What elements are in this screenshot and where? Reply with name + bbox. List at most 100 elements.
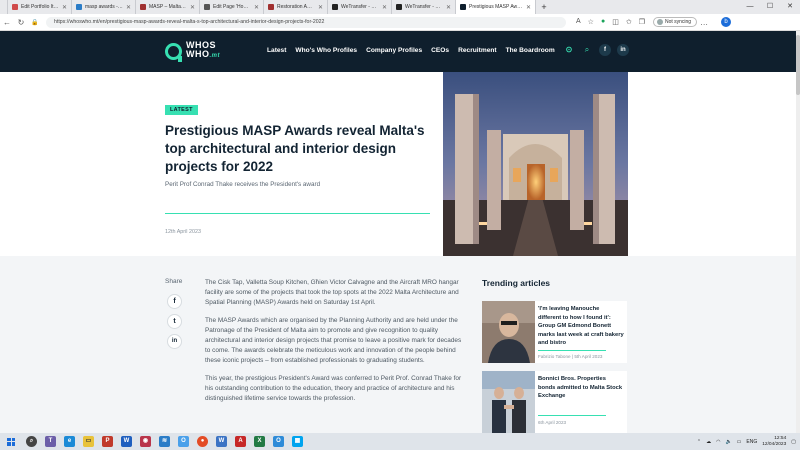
- share-facebook-button[interactable]: f: [167, 294, 182, 309]
- tab-close-icon[interactable]: ✕: [187, 4, 195, 11]
- file-explorer-icon[interactable]: ▭: [83, 436, 94, 447]
- latest-badge[interactable]: LATEST: [165, 105, 198, 115]
- back-icon[interactable]: ←: [0, 18, 14, 27]
- network-app-icon[interactable]: ≋: [159, 436, 170, 447]
- notifications-icon[interactable]: ▢: [791, 439, 796, 445]
- excel-icon[interactable]: X: [254, 436, 265, 447]
- facebook-icon[interactable]: f: [599, 44, 611, 56]
- more-menu-icon[interactable]: …: [697, 18, 711, 27]
- tab-close-icon[interactable]: ✕: [443, 4, 451, 11]
- article-paragraph: The MASP Awards which are organised by t…: [205, 316, 462, 365]
- tab-favicon-icon: [76, 4, 82, 10]
- tab-favicon-icon: [460, 4, 466, 10]
- browser-tab[interactable]: WeTransfer - Send Large F✕: [392, 0, 456, 14]
- tab-close-icon[interactable]: ✕: [315, 4, 323, 11]
- favorites-icon[interactable]: ✩: [626, 18, 632, 26]
- tab-title: MASP – Malta Architecture: [149, 4, 187, 10]
- sync-button[interactable]: Not syncing: [652, 17, 698, 27]
- nav-link[interactable]: Latest: [267, 47, 286, 54]
- clock[interactable]: 12:54 12/04/2023: [762, 436, 786, 448]
- windows-taskbar: ⌕ T e ▭ P W ◉ ≋ O ● W A X O ▦ ⌃ ☁ ◠ 🔈 ▭ …: [0, 433, 800, 450]
- wifi-icon[interactable]: ◠: [716, 439, 720, 445]
- article-paragraph: This year, the prestigious President's A…: [205, 374, 462, 403]
- tab-close-icon[interactable]: ✕: [523, 4, 531, 11]
- browser-tab[interactable]: masp awards - Search✕: [72, 0, 136, 14]
- onedrive-icon[interactable]: ☁: [706, 439, 711, 445]
- tab-title: Prestigious MASP Awards: [469, 4, 523, 10]
- collections-icon[interactable]: ❐: [639, 18, 645, 26]
- outlook-icon[interactable]: O: [178, 436, 189, 447]
- nav-link[interactable]: The Boardroom: [506, 47, 555, 54]
- teams-icon[interactable]: T: [45, 436, 56, 447]
- logo-text-bottom: WHO: [186, 49, 210, 59]
- refresh-icon[interactable]: ↻: [14, 18, 28, 27]
- share-linkedin-button[interactable]: in: [167, 334, 182, 349]
- chrome-icon[interactable]: ●: [197, 436, 208, 447]
- twitter-share-icon: t: [173, 318, 176, 325]
- tab-close-icon[interactable]: ✕: [379, 4, 387, 11]
- tab-title: WeTransfer - Send Large F: [405, 4, 443, 10]
- browser-tab[interactable]: Edit Portfolio Item 'Public'✕: [8, 0, 72, 14]
- trending-meta: 6th April 2023: [538, 420, 567, 425]
- trending-thumbnail[interactable]: [482, 301, 535, 363]
- tab-favicon-icon: [204, 4, 210, 10]
- trending-meta: Fabrizio Tabone | 5th April 2023: [538, 354, 603, 359]
- close-icon[interactable]: ✕: [780, 0, 800, 14]
- outlook-2-icon[interactable]: O: [273, 436, 284, 447]
- store-icon[interactable]: ▦: [292, 436, 303, 447]
- tab-actions-icon[interactable]: [0, 0, 8, 14]
- photos-icon[interactable]: ◉: [140, 436, 151, 447]
- profile-icon[interactable]: ⊙: [563, 44, 575, 56]
- tab-close-icon[interactable]: ✕: [123, 4, 131, 11]
- nav-link[interactable]: Company Profiles: [366, 47, 422, 54]
- share-twitter-button[interactable]: t: [167, 314, 182, 329]
- nav-link[interactable]: CEOs: [431, 47, 449, 54]
- tab-close-icon[interactable]: ✕: [59, 4, 67, 11]
- tab-title: Restoration Award – MASP: [277, 4, 315, 10]
- acrobat-icon[interactable]: A: [235, 436, 246, 447]
- chevron-up-icon[interactable]: ⌃: [697, 439, 701, 445]
- split-screen-icon[interactable]: ◫: [612, 18, 619, 26]
- trending-card[interactable]: 'I'm leaving Manouche different to how I…: [482, 301, 627, 363]
- tab-close-icon[interactable]: ✕: [251, 4, 259, 11]
- sync-label: Not syncing: [664, 19, 692, 25]
- search-taskbar-icon[interactable]: ⌕: [26, 436, 37, 447]
- word-doc-icon[interactable]: W: [216, 436, 227, 447]
- maximize-icon[interactable]: ☐: [760, 0, 780, 14]
- url-input[interactable]: https://whoswho.mt/en/prestigious-masp-a…: [46, 16, 566, 28]
- nav-link[interactable]: Who's Who Profiles: [295, 47, 357, 54]
- read-aloud-icon[interactable]: A: [576, 18, 581, 26]
- bing-chat-icon[interactable]: b: [721, 17, 732, 27]
- word-icon[interactable]: W: [121, 436, 132, 447]
- search-icon[interactable]: ⌕: [581, 44, 593, 56]
- browser-tab[interactable]: MASP – Malta Architecture✕: [136, 0, 200, 14]
- windows-logo-icon: [7, 437, 15, 446]
- scrollbar-thumb[interactable]: [796, 35, 800, 95]
- new-tab-button[interactable]: +: [536, 2, 552, 12]
- trending-title-text[interactable]: Bonnici Bros. Properties bonds admitted …: [538, 375, 624, 401]
- tab-title: Edit Page 'Home' ‹ MASP: [213, 4, 251, 10]
- article-paragraph: The Cisk Tap, Valletta Soup Kitchen, Għi…: [205, 279, 459, 307]
- profile-avatar-icon: [656, 19, 663, 25]
- volume-icon[interactable]: 🔈: [725, 439, 731, 445]
- powerpoint-icon[interactable]: P: [102, 436, 113, 447]
- linkedin-share-icon: in: [171, 338, 178, 344]
- linkedin-icon[interactable]: in: [617, 44, 629, 56]
- language-indicator[interactable]: ENG: [746, 439, 757, 445]
- trending-title-text[interactable]: 'I'm leaving Manouche different to how I…: [538, 305, 624, 348]
- extension-icon[interactable]: ●: [601, 18, 605, 26]
- page-scrollbar[interactable]: [796, 31, 800, 433]
- site-logo[interactable]: WHOS WHO.mt: [165, 41, 220, 62]
- favorite-star-icon[interactable]: ☆: [588, 18, 594, 26]
- browser-tab[interactable]: WeTransfer - Send Large F✕: [328, 0, 392, 14]
- start-button[interactable]: [4, 433, 18, 450]
- battery-icon[interactable]: ▭: [737, 439, 742, 445]
- trending-card[interactable]: Bonnici Bros. Properties bonds admitted …: [482, 371, 627, 433]
- minimize-icon[interactable]: —: [740, 0, 760, 14]
- edge-icon[interactable]: e: [64, 436, 75, 447]
- trending-thumbnail[interactable]: [482, 371, 535, 433]
- browser-tab[interactable]: Edit Page 'Home' ‹ MASP✕: [200, 0, 264, 14]
- browser-tab[interactable]: Prestigious MASP Awards ✕: [456, 0, 536, 14]
- browser-tab[interactable]: Restoration Award – MASP✕: [264, 0, 328, 14]
- nav-link[interactable]: Recruitment: [458, 47, 496, 54]
